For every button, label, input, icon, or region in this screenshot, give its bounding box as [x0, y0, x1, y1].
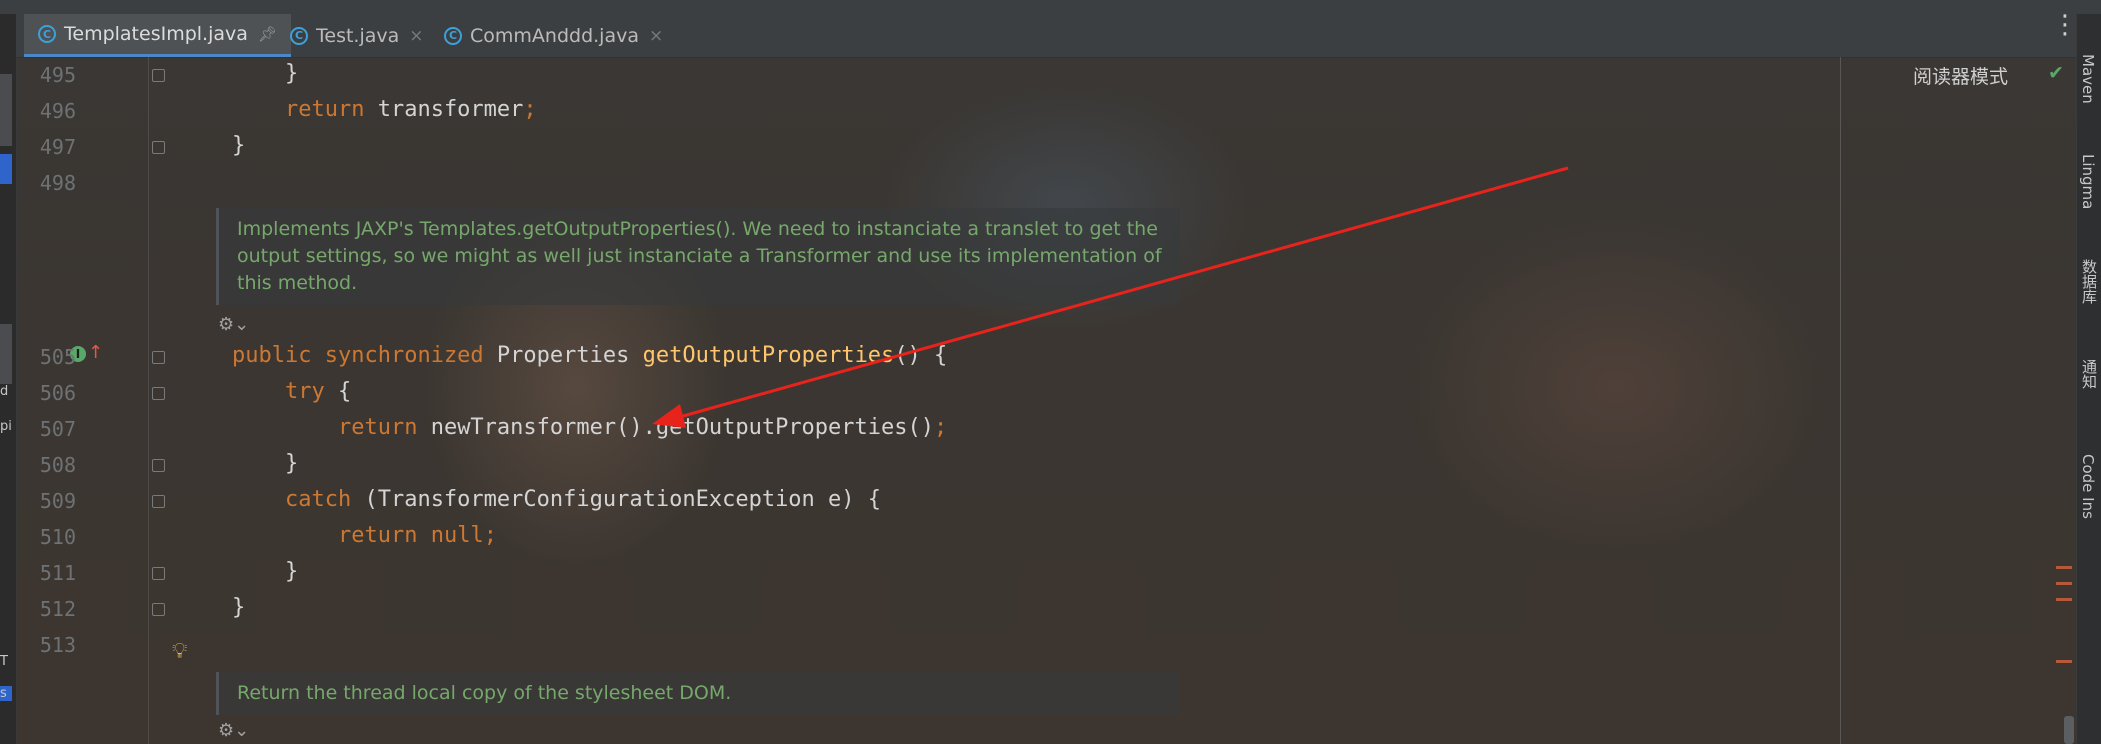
code-text: return transformer;: [284, 97, 537, 122]
line-number: 513: [39, 633, 76, 657]
editor-tab-bar: C TemplatesImpl.java 📌︎ C Test.java × C …: [16, 14, 2076, 58]
code-line[interactable]: 507 return newTransformer().getOutputPro…: [16, 411, 1836, 447]
more-options-icon[interactable]: ⋮: [2052, 12, 2078, 38]
code-line[interactable]: 510 return null;: [16, 519, 1836, 555]
tab-label: CommAnddd.java: [470, 24, 639, 47]
lingma-tool-button[interactable]: Lingma: [2079, 154, 2097, 209]
code-line[interactable]: 513: [16, 627, 1836, 663]
tab-label: TemplatesImpl.java: [64, 23, 248, 45]
fold-marker-icon[interactable]: [152, 141, 165, 154]
code-text: }: [232, 61, 299, 86]
code-insight-tool-button[interactable]: Code Ins: [2079, 454, 2097, 519]
scroll-marker[interactable]: [2056, 660, 2072, 663]
line-number: 496: [39, 99, 76, 123]
code-line[interactable]: 497 }: [16, 129, 1836, 165]
rendered-javadoc[interactable]: Implements JAXP's Templates.getOutputPro…: [216, 208, 1180, 305]
tab-test[interactable]: C Test.java ×: [280, 14, 434, 57]
panel-selection-mark: [0, 324, 12, 384]
maven-tool-button[interactable]: Maven: [2079, 54, 2097, 104]
panel-selection-mark: [0, 74, 12, 146]
line-number: 495: [39, 63, 76, 87]
code-text: }: [232, 451, 299, 476]
project-panel-edge[interactable]: d pi T s: [0, 14, 17, 744]
reader-mode-label[interactable]: 阅读器模式: [1913, 62, 2008, 89]
fold-marker-icon[interactable]: [152, 351, 165, 364]
code-text: public synchronized Properties getOutput…: [232, 343, 948, 368]
java-class-icon: C: [38, 25, 56, 43]
fold-marker-icon[interactable]: [152, 459, 165, 472]
code-line[interactable]: 496 return transformer;: [16, 93, 1836, 129]
code-text: }: [232, 133, 246, 158]
code-text: }: [232, 595, 246, 620]
line-number: 506: [39, 381, 76, 405]
tab-commanddd[interactable]: C CommAnddd.java ×: [434, 14, 673, 57]
line-number: 511: [39, 561, 76, 585]
code-line[interactable]: 509 catch (TransformerConfigurationExcep…: [16, 483, 1836, 519]
code-line[interactable]: 495 }: [16, 57, 1836, 93]
code-text: }: [232, 559, 299, 584]
close-icon[interactable]: ×: [649, 26, 663, 46]
fold-marker-icon[interactable]: [152, 69, 165, 82]
fold-marker-icon[interactable]: [152, 387, 165, 400]
lightbulb-icon[interactable]: 💡︎: [172, 639, 187, 664]
vertical-scrollbar[interactable]: [2064, 716, 2074, 744]
truncated-label: T: [0, 654, 8, 669]
code-line[interactable]: 506 try {: [16, 375, 1836, 411]
fold-marker-icon[interactable]: [152, 603, 165, 616]
code-text: try {: [284, 379, 352, 404]
close-icon[interactable]: ×: [409, 26, 423, 46]
scroll-marker[interactable]: [2056, 598, 2072, 601]
tab-templatesimpl[interactable]: C TemplatesImpl.java 📌︎: [24, 14, 291, 57]
doc-toggle-icon[interactable]: ⚙︎⌄: [218, 720, 249, 741]
fold-marker-icon[interactable]: [152, 567, 165, 580]
truncated-label: pi: [0, 419, 12, 434]
line-number: 510: [39, 525, 76, 549]
doc-toggle-icon[interactable]: ⚙︎⌄: [218, 314, 249, 335]
code-line[interactable]: 498: [16, 165, 1836, 201]
line-number: 505: [39, 345, 76, 369]
truncated-label: s: [0, 686, 12, 701]
scroll-marker[interactable]: [2056, 566, 2072, 569]
truncated-label: d: [0, 384, 9, 399]
line-number: 497: [39, 135, 76, 159]
rendered-javadoc[interactable]: Return the thread local copy of the styl…: [216, 672, 1180, 715]
code-text: return null;: [337, 523, 497, 548]
code-text: return newTransformer().getOutputPropert…: [337, 415, 948, 440]
fold-marker-icon[interactable]: [152, 495, 165, 508]
code-line[interactable]: 512 }: [16, 591, 1836, 627]
line-number: 498: [39, 171, 76, 195]
line-number: 512: [39, 597, 76, 621]
tab-label: Test.java: [316, 24, 400, 47]
code-line[interactable]: 511 }: [16, 555, 1836, 591]
database-tool-button[interactable]: 数据库: [2079, 259, 2100, 304]
notifications-tool-button[interactable]: 通知: [2079, 359, 2100, 389]
line-number: 509: [39, 489, 76, 513]
code-line[interactable]: 505 public synchronized Properties getOu…: [16, 339, 1836, 375]
java-class-icon: C: [444, 26, 462, 45]
title-strip: [0, 0, 2101, 15]
right-tool-bar: Maven Lingma 数据库 通知 Code Ins: [2076, 14, 2101, 744]
line-number: 507: [39, 417, 76, 441]
right-margin-guide: [1840, 57, 1841, 744]
java-class-icon: C: [290, 26, 308, 45]
scroll-marker[interactable]: [2056, 582, 2072, 585]
code-text: catch (TransformerConfigurationException…: [284, 487, 882, 512]
panel-selection-mark-blue: [0, 154, 12, 184]
code-line[interactable]: 508 }: [16, 447, 1836, 483]
line-number: 508: [39, 453, 76, 477]
no-problems-check-icon[interactable]: ✔: [2048, 62, 2064, 84]
pin-icon[interactable]: 📌︎: [258, 25, 277, 43]
